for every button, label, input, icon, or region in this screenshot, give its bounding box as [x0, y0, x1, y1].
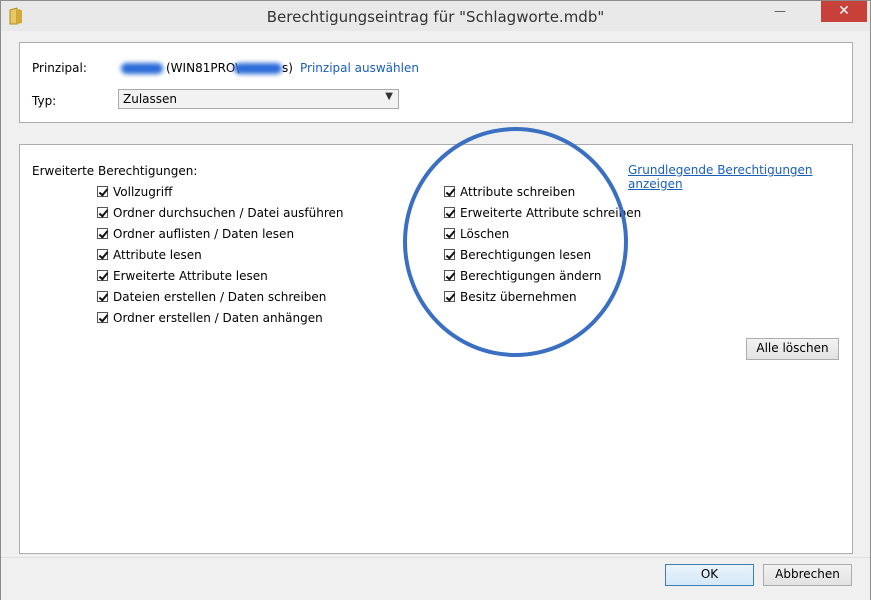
checkbox-label: Dateien erstellen / Daten schreiben: [113, 290, 327, 304]
title-bar[interactable]: Berechtigungseintrag für "Schlagworte.md…: [1, 1, 870, 31]
window-title: Berechtigungseintrag für "Schlagworte.md…: [266, 8, 605, 26]
vollzugriff-checkbox[interactable]: [97, 186, 108, 197]
checkbox-label: Erweiterte Attribute lesen: [113, 269, 268, 283]
highlight-circle: [403, 127, 628, 357]
chevron-down-icon: ▼: [385, 91, 393, 102]
permission-entry-dialog: Berechtigungseintrag für "Schlagworte.md…: [0, 0, 871, 600]
attribute-lesen-checkbox[interactable]: [97, 249, 108, 260]
type-select[interactable]: Zulassen ▼: [118, 89, 399, 109]
erweiterte-attribute-lesen-checkbox[interactable]: [97, 270, 108, 281]
checkbox-label: Ordner erstellen / Daten anhängen: [113, 311, 323, 325]
principal-value: (WIN81PRO\: [166, 61, 240, 75]
show-basic-permissions-link[interactable]: Grundlegende Berechtigungen anzeigen: [628, 163, 870, 191]
clear-all-button[interactable]: Alle löschen: [746, 338, 839, 360]
close-button[interactable]: ✕: [821, 1, 867, 22]
ordner-auflisten-checkbox[interactable]: [97, 228, 108, 239]
redacted-user: [121, 63, 163, 74]
cancel-button[interactable]: Abbrechen: [763, 564, 852, 586]
checkbox-label: Ordner auflisten / Daten lesen: [113, 227, 295, 241]
dateien-erstellen-checkbox[interactable]: [97, 291, 108, 302]
principal-panel: [19, 42, 853, 123]
select-principal-link[interactable]: Prinzipal auswählen: [300, 61, 419, 75]
ordner-durchsuchen-checkbox[interactable]: [97, 207, 108, 218]
redacted-domain: [234, 63, 282, 74]
type-select-value: Zulassen: [123, 92, 178, 106]
checkbox-label: Ordner durchsuchen / Datei ausführen: [113, 206, 344, 220]
ok-button[interactable]: OK: [665, 564, 754, 586]
ordner-erstellen-checkbox[interactable]: [97, 312, 108, 323]
principal-label: Prinzipal:: [32, 61, 87, 75]
checkbox-label: Attribute lesen: [113, 248, 202, 262]
type-label: Typ:: [32, 94, 57, 108]
advanced-permissions-heading: Erweiterte Berechtigungen:: [32, 164, 198, 178]
minimize-button[interactable]: —: [772, 4, 788, 20]
checkbox-label: Vollzugriff: [113, 185, 173, 199]
principal-suffix: s): [282, 61, 293, 75]
